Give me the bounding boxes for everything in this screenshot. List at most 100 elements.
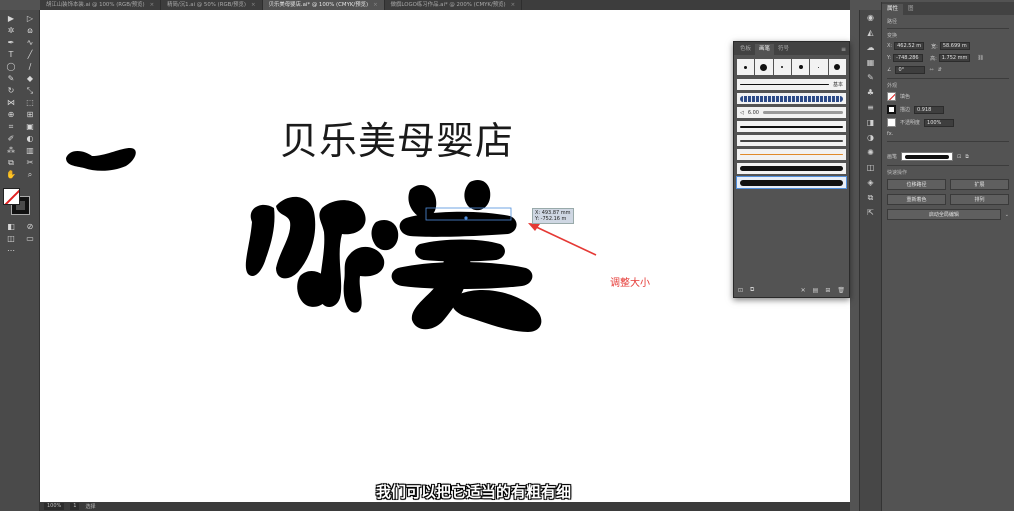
panel-menu-icon[interactable]: ≡ [841, 44, 846, 55]
shaper-tool-icon[interactable]: ✎ [2, 74, 20, 84]
close-icon[interactable]: × [511, 0, 516, 10]
start-global-edit-button[interactable]: 启动全局编辑 [887, 209, 1001, 220]
flip-vertical-icon[interactable]: ⇵ [938, 67, 942, 73]
link-proportions-icon[interactable]: ⛓ [977, 55, 983, 61]
graphic-styles-icon[interactable]: ◫ [864, 162, 878, 173]
brush-preset[interactable] [755, 59, 773, 75]
tab-layers[interactable]: 图 [903, 4, 919, 15]
tab-brushes[interactable]: 画笔 [755, 44, 775, 55]
gradient-panel-icon[interactable]: ◨ [864, 117, 878, 128]
chevron-down-icon[interactable]: ⌄ [1005, 212, 1009, 218]
eraser-tool-icon[interactable]: ◆ [21, 74, 39, 84]
brush-basic[interactable]: 基本 [737, 79, 846, 90]
selection-tool-icon[interactable]: ▶ [2, 14, 20, 24]
delete-brush-icon[interactable]: 🗑 [837, 287, 845, 294]
swatches-panel-icon[interactable]: ▦ [864, 57, 878, 68]
artboard-canvas[interactable]: 贝乐美母婴店 X: 493.87 mm Y: -752.16 m 调整大小 [40, 10, 850, 502]
brush-preset[interactable] [791, 59, 810, 75]
brush-preset[interactable] [828, 59, 846, 75]
stroke-weight-field[interactable]: 0.918 [914, 105, 945, 114]
stroke-swatch[interactable] [887, 105, 896, 114]
offset-path-button[interactable]: 位移路径 [887, 179, 946, 190]
fill-swatch[interactable] [3, 188, 20, 205]
opacity-label[interactable]: 不透明度 [900, 119, 920, 126]
brush-tapered-selected[interactable] [736, 176, 847, 189]
blend-tool-icon[interactable]: ◐ [21, 134, 39, 144]
brush-options-icon[interactable]: ▤ [813, 287, 819, 294]
stroke-label[interactable]: 描边 [900, 106, 910, 113]
transparency-panel-icon[interactable]: ◑ [864, 132, 878, 143]
curvature-tool-icon[interactable]: ∿ [21, 38, 39, 48]
opacity-field[interactable]: 100% [924, 118, 955, 127]
brush-library-icon[interactable]: ⊡ [738, 287, 743, 294]
brush-dropdown[interactable] [901, 152, 954, 161]
x-field[interactable]: 462.52 m [894, 42, 925, 50]
color-guide-icon[interactable]: ◭ [864, 27, 878, 38]
artboard-tool-icon[interactable]: ⧉ [2, 158, 20, 168]
fx-button[interactable]: fx. [887, 131, 893, 137]
libraries-icon[interactable]: ⧉ [750, 286, 754, 294]
document-tab[interactable]: 胡江山装饰本装.ai @ 100% (RGB/预览) × [40, 0, 162, 10]
rotate-tool-icon[interactable]: ↻ [2, 86, 20, 96]
brush-preset[interactable] [737, 59, 755, 75]
pen-tool-icon[interactable]: ✒ [2, 38, 20, 48]
document-tab[interactable]: 精简/沉1.ai @ 50% (RGB/预览) × [161, 0, 263, 10]
asset-export-icon[interactable]: ⇱ [864, 207, 878, 218]
tab-properties[interactable]: 属性 [882, 4, 904, 15]
layers-panel-icon[interactable]: ◈ [864, 177, 878, 188]
scale-tool-icon[interactable]: ⤡ [21, 86, 39, 96]
lasso-tool-icon[interactable]: ɷ [21, 26, 39, 36]
slice-tool-icon[interactable]: ✂ [21, 158, 39, 168]
document-tab[interactable]: 做旗LOGO练习作品.ai* @ 200% (CMYK/预览) × [385, 0, 523, 10]
gradient-tool-icon[interactable]: ▣ [21, 122, 39, 132]
brush-tapered[interactable] [737, 163, 846, 174]
artboard-number-field[interactable]: 1 [70, 503, 80, 510]
height-field[interactable]: 1.752 mm [938, 54, 971, 62]
close-icon[interactable]: × [251, 0, 256, 10]
appearance-panel-icon[interactable]: ✺ [864, 147, 878, 158]
width-tool-icon[interactable]: ⋈ [2, 98, 20, 108]
brushes-panel-icon[interactable]: ✎ [864, 72, 878, 83]
width-field[interactable]: 58.699 m [939, 42, 970, 50]
artboards-panel-icon[interactable]: ⧉ [864, 192, 878, 203]
perspective-grid-tool-icon[interactable]: ⊞ [21, 110, 39, 120]
fill-stroke-swatches[interactable] [3, 188, 39, 218]
zoom-tool-icon[interactable]: ⌕ [21, 170, 39, 180]
tab-swatches[interactable]: 色板 [736, 44, 755, 55]
tab-symbols[interactable]: 符号 [774, 44, 793, 55]
brush-pattern[interactable] [737, 93, 846, 104]
default-colors-icon[interactable]: ◧ [2, 222, 20, 232]
recolor-button[interactable]: 重新着色 [887, 194, 946, 205]
brush-tool-icon[interactable]: ∕ [21, 62, 39, 72]
more-tools-icon[interactable]: ⋯ [2, 246, 20, 256]
eyedropper-tool-icon[interactable]: ✐ [2, 134, 20, 144]
ellipse-tool-icon[interactable]: ◯ [2, 62, 20, 72]
screen-mode-icon[interactable]: ▭ [21, 234, 39, 244]
close-icon[interactable]: × [150, 0, 155, 10]
document-tab-active[interactable]: 贝乐美母婴店.ai* @ 100% (CMYK/预览) × [262, 0, 385, 10]
brush-art[interactable] [737, 135, 846, 146]
mesh-tool-icon[interactable]: ⌗ [2, 122, 20, 132]
magic-wand-tool-icon[interactable]: ✲ [2, 26, 20, 36]
flip-horizontal-icon[interactable]: ⇿ [929, 67, 933, 73]
zoom-level-field[interactable]: 100% [44, 503, 65, 510]
y-field[interactable]: -748.286 [893, 54, 924, 62]
libraries-icon[interactable]: ☁ [864, 42, 878, 53]
new-brush-icon[interactable]: ⊞ [825, 287, 830, 294]
brush-arrow[interactable] [737, 149, 846, 160]
symbols-panel-icon[interactable]: ♣ [864, 87, 878, 98]
brush-charcoal[interactable] [737, 121, 846, 132]
remove-brush-stroke-icon[interactable]: ✕ [801, 287, 806, 294]
hand-tool-icon[interactable]: ✋ [2, 170, 20, 180]
line-tool-icon[interactable]: ╱ [21, 50, 39, 60]
logo-artwork[interactable] [40, 10, 850, 502]
fill-swatch[interactable] [887, 92, 896, 101]
color-panel-icon[interactable]: ◉ [864, 12, 878, 23]
draw-mode-icon[interactable]: ◫ [2, 234, 20, 244]
symbol-sprayer-tool-icon[interactable]: ⁂ [2, 146, 20, 156]
brush-pencil[interactable]: ◁ 6.00 [737, 107, 846, 118]
column-graph-tool-icon[interactable]: ▥ [21, 146, 39, 156]
close-icon[interactable]: × [373, 0, 378, 10]
expand-button[interactable]: 扩展 [950, 179, 1009, 190]
type-tool-icon[interactable]: T [2, 50, 20, 60]
